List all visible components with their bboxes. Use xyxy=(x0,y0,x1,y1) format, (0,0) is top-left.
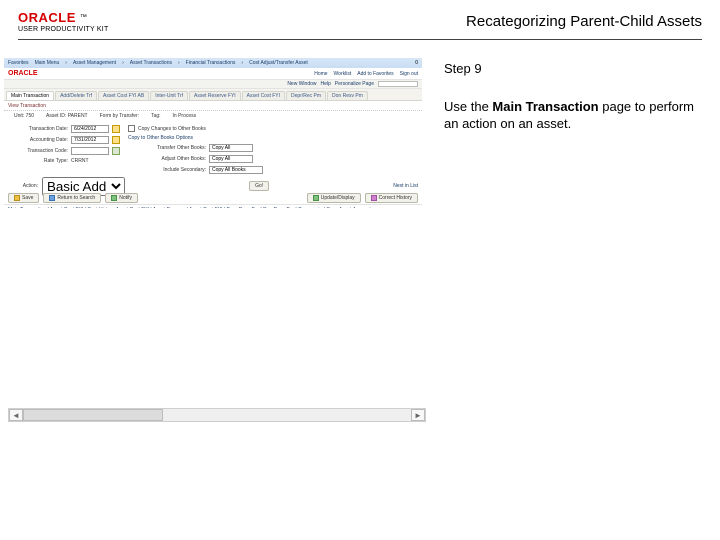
instr-bold: Main Transaction xyxy=(492,99,598,114)
link-worklist[interactable]: Worklist xyxy=(334,71,352,77)
app-sub-bar: New Window Help Personalize Page xyxy=(4,80,422,89)
include-secondary-label: Include Secondary: xyxy=(128,167,206,173)
tab-strip: Main Transaction Add/Delete Trf Asset Co… xyxy=(4,89,422,101)
crumb-item[interactable]: Favorites xyxy=(8,60,29,66)
correct-history-button[interactable]: Correct History xyxy=(365,193,418,203)
tab-asset-cost[interactable]: Asset Cost FYI xyxy=(242,91,285,100)
desc-label: Form by Transfer: xyxy=(100,113,139,119)
transdate-field[interactable] xyxy=(71,125,109,133)
tab-add-delete-trf[interactable]: Add/Delete Trf xyxy=(55,91,97,100)
action-row: Action: Basic Add Go! Next in List xyxy=(4,180,422,192)
save-button[interactable]: Save xyxy=(8,193,39,203)
transcode-label: Transaction Code: xyxy=(10,148,68,154)
adjust-books-label: Adjust Other Books: xyxy=(128,156,206,162)
app-header-bar: ORACLE Home Worklist Add to Favorites Si… xyxy=(4,68,422,80)
go-button[interactable]: Go! xyxy=(249,181,269,191)
brand-word: ORACLE xyxy=(18,10,76,25)
link-help[interactable]: Help xyxy=(321,81,331,87)
section-title: View Transaction xyxy=(8,103,46,109)
page-title: Recategorizing Parent-Child Assets xyxy=(466,13,702,30)
ratetype-label: Rate Type: xyxy=(10,158,68,164)
notify-button[interactable]: Notify xyxy=(105,193,138,203)
tab-asset-cost-ab[interactable]: Asset Cost FYI AB xyxy=(98,91,149,100)
calendar-icon[interactable] xyxy=(112,136,120,144)
brand-block: ORACLE ™ USER PRODUCTIVITY KIT xyxy=(18,10,108,33)
link-signout[interactable]: Sign out xyxy=(400,71,418,77)
assetid-value: PARENT xyxy=(68,113,88,119)
step-number: Step 9 xyxy=(444,60,694,78)
tab-asset-reserve[interactable]: Asset Reserve FYI xyxy=(189,91,241,100)
crumb-item[interactable]: Asset Management xyxy=(73,60,116,66)
unit-label: Unit: xyxy=(14,113,24,119)
scroll-left-arrow[interactable]: ◄ xyxy=(9,409,23,421)
save-icon xyxy=(14,195,20,201)
form-area: Transaction Date: Accounting Date: Trans xyxy=(4,121,422,180)
copy-options-header[interactable]: Copy to Other Books Options xyxy=(128,135,193,141)
link-new-window[interactable]: New Window xyxy=(287,81,316,87)
link-personalize[interactable]: Personalize Page xyxy=(335,81,374,87)
scroll-track[interactable] xyxy=(23,409,411,421)
crumb-item[interactable]: Main Menu xyxy=(35,60,60,66)
scroll-thumb[interactable] xyxy=(23,409,163,421)
crumb-item[interactable]: Asset Transactions xyxy=(130,60,172,66)
tab-depr-rec[interactable]: Depr/Rec Pm xyxy=(286,91,326,100)
history-icon xyxy=(371,195,377,201)
assetid-label: Asset ID: xyxy=(46,113,66,119)
copy-changes-checkbox[interactable] xyxy=(128,125,135,132)
include-secondary-field[interactable] xyxy=(209,166,263,174)
update-icon xyxy=(313,195,319,201)
header-divider xyxy=(18,39,702,40)
adjust-books-field[interactable] xyxy=(209,155,253,163)
calendar-icon[interactable] xyxy=(112,125,120,133)
unit-value: 750 xyxy=(26,113,34,119)
tab-don-resv[interactable]: Don Resv Pm xyxy=(327,91,368,100)
copy-changes-label: Copy Changes to Other Books xyxy=(138,126,206,132)
transfer-books-label: Transfer Other Books: xyxy=(128,145,206,151)
ratetype-value: CRRNT xyxy=(71,158,89,164)
link-add-favorites[interactable]: Add to Favorites xyxy=(357,71,393,77)
tab-main-transaction[interactable]: Main Transaction xyxy=(6,91,54,100)
brand-subtitle: USER PRODUCTIVITY KIT xyxy=(18,26,108,33)
toolbar: Save Return to Search Notify Update/Disp… xyxy=(4,192,422,204)
asset-id-row: Unit: 750 Asset ID: PARENT Form by Trans… xyxy=(4,111,422,121)
app-screenshot: Favorites Main Menu › Asset Management ›… xyxy=(4,58,422,208)
breadcrumb: Favorites Main Menu › Asset Management ›… xyxy=(4,58,422,68)
horizontal-scrollbar[interactable]: ◄ ► xyxy=(8,408,426,422)
instr-pre: Use the xyxy=(444,99,492,114)
app-logo: ORACLE xyxy=(8,70,38,77)
transdate-label: Transaction Date: xyxy=(10,126,68,132)
lookup-icon[interactable] xyxy=(112,147,120,155)
tag-label: Tag: xyxy=(151,113,160,119)
next-in-list-link[interactable]: Next in List xyxy=(393,183,418,189)
update-display-button[interactable]: Update/Display xyxy=(307,193,361,203)
transcode-field[interactable] xyxy=(71,147,109,155)
trademark: ™ xyxy=(80,14,87,21)
crumb-right-indicator: 0 xyxy=(415,60,418,66)
crumb-item[interactable]: Financial Transactions xyxy=(186,60,236,66)
page-link-trail[interactable]: Main Transaction | Asset Cost FYI | Cost… xyxy=(4,204,422,208)
link-home[interactable]: Home xyxy=(314,71,327,77)
search-input[interactable] xyxy=(378,81,418,87)
return-search-button[interactable]: Return to Search xyxy=(43,193,101,203)
action-label: Action: xyxy=(8,183,38,189)
inprocess-label: In Process xyxy=(173,113,197,119)
notify-icon xyxy=(111,195,117,201)
scroll-right-arrow[interactable]: ► xyxy=(411,409,425,421)
return-icon xyxy=(49,195,55,201)
step-instruction: Use the Main Transaction page to perform… xyxy=(444,98,694,133)
tab-interunit-trf[interactable]: Inter-Unit Trf xyxy=(150,91,188,100)
acctdate-label: Accounting Date: xyxy=(10,137,68,143)
crumb-item[interactable]: Cost Adjust/Transfer Asset xyxy=(249,60,308,66)
transfer-books-field[interactable] xyxy=(209,144,253,152)
section-header: View Transaction xyxy=(4,101,422,111)
acctdate-field[interactable] xyxy=(71,136,109,144)
